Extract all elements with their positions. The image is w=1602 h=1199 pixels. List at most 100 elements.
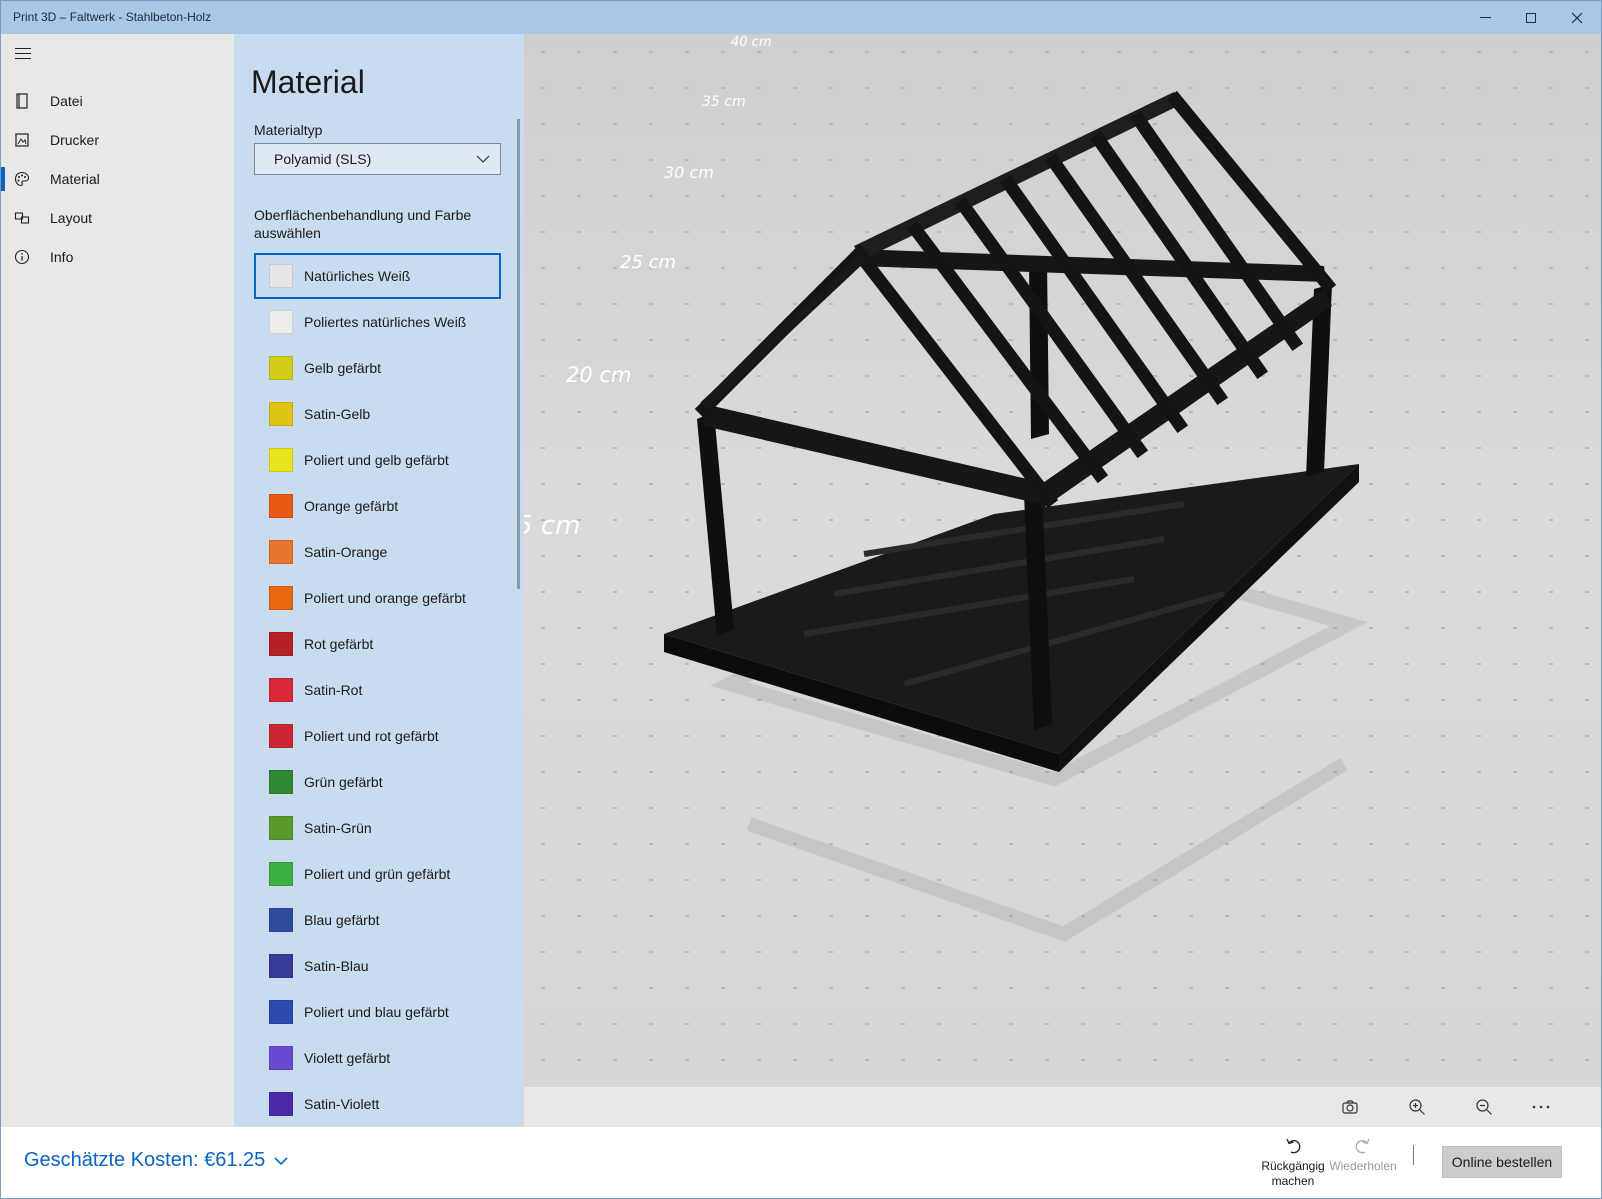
swatch-item[interactable]: Satin-Rot — [254, 667, 501, 713]
swatch-item[interactable]: Satin-Orange — [254, 529, 501, 575]
color-swatch — [269, 448, 293, 472]
color-swatch — [269, 310, 293, 334]
surface-label: Oberflächenbehandlung und Farbe auswähle… — [254, 207, 472, 241]
color-swatch — [269, 1000, 293, 1024]
undo-icon — [1286, 1138, 1301, 1154]
zoom-out-icon — [1476, 1099, 1492, 1115]
app-window: Print 3D – Faltwerk - Stahlbeton-Holz Da… — [0, 0, 1602, 1199]
order-online-button[interactable]: Online bestellen — [1442, 1146, 1562, 1178]
nav-item-label: Drucker — [50, 132, 100, 148]
title-bar: Print 3D – Faltwerk - Stahlbeton-Holz — [1, 1, 1601, 34]
zoom-in-button[interactable] — [1407, 1097, 1427, 1117]
swatch-label: Satin-Blau — [304, 958, 369, 974]
swatch-item[interactable]: Poliert und blau gefärbt — [254, 989, 501, 1035]
swatch-item[interactable]: Poliert und grün gefärbt — [254, 851, 501, 897]
swatch-item[interactable]: Blau gefärbt — [254, 897, 501, 943]
swatch-label: Satin-Rot — [304, 682, 363, 698]
ruler-label: 20 cm — [566, 363, 631, 387]
nav-item-label: Datei — [50, 93, 83, 109]
zoom-in-icon — [1409, 1099, 1425, 1115]
chevron-down-icon — [476, 155, 490, 163]
swatch-item[interactable]: Satin-Grün — [254, 805, 501, 851]
swatch-item[interactable]: Natürliches Weiß — [254, 253, 501, 299]
color-swatch — [269, 540, 293, 564]
ruler-label: 30 cm — [664, 163, 714, 182]
swatch-item[interactable]: Rot gefärbt — [254, 621, 501, 667]
swatch-label: Grün gefärbt — [304, 774, 383, 790]
nav-item-label: Material — [50, 171, 100, 187]
color-swatch — [269, 1092, 293, 1116]
camera-reset-button[interactable] — [1340, 1097, 1360, 1117]
color-swatch — [269, 494, 293, 518]
ruler-label: 5 cm — [524, 511, 580, 541]
swatch-label: Poliert und blau gefärbt — [304, 1004, 449, 1020]
swatch-label: Satin-Orange — [304, 544, 388, 560]
material-panel: Material Materialtyp Polyamid (SLS) Ober… — [234, 34, 524, 1126]
close-icon — [1571, 12, 1583, 23]
navigation-pane: Datei Drucker Material Layout Info — [1, 34, 234, 1126]
chevron-down-icon — [274, 1156, 288, 1165]
color-swatch — [269, 770, 293, 794]
minimize-button[interactable] — [1462, 1, 1508, 34]
estimated-cost-toggle[interactable]: Geschätzte Kosten: €61.25 — [24, 1149, 289, 1172]
estimated-cost: Geschätzte Kosten: €61.25 — [24, 1149, 266, 1171]
maximize-button[interactable] — [1508, 1, 1554, 34]
color-swatch — [269, 632, 293, 656]
swatch-item[interactable]: Satin-Blau — [254, 943, 501, 989]
ruler-label: 25 cm — [620, 252, 676, 273]
hamburger-menu-icon[interactable] — [15, 48, 31, 60]
swatch-item[interactable]: Gelb gefärbt — [254, 345, 501, 391]
toolbar-separator — [1413, 1145, 1414, 1165]
swatch-label: Rot gefärbt — [304, 636, 374, 652]
nav-item-datei[interactable]: Datei — [1, 81, 234, 121]
minimize-icon — [1479, 17, 1491, 18]
swatch-item[interactable]: Satin-Gelb — [254, 391, 501, 437]
close-button[interactable] — [1554, 1, 1600, 34]
footer-bar: Geschätzte Kosten: €61.25 Rückgängig mac… — [1, 1126, 1601, 1198]
swatch-item[interactable]: Poliert und orange gefärbt — [254, 575, 501, 621]
3d-model-scene: 40 cm 35 cm 30 cm 25 cm 20 cm 5 cm — [524, 34, 1601, 1087]
swatch-item[interactable]: Poliert und gelb gefärbt — [254, 437, 501, 483]
camera-icon — [1342, 1100, 1358, 1114]
swatch-item[interactable]: Orange gefärbt — [254, 483, 501, 529]
redo-button[interactable]: Wiederholen — [1328, 1137, 1398, 1174]
more-options-button[interactable] — [1531, 1097, 1551, 1117]
info-icon — [14, 249, 30, 265]
color-swatch — [269, 402, 293, 426]
ruler-label: 35 cm — [702, 94, 746, 110]
swatch-item[interactable]: Poliertes natürliches Weiß — [254, 299, 501, 345]
color-swatch — [269, 724, 293, 748]
swatch-label: Poliert und grün gefärbt — [304, 866, 451, 882]
viewport-toolbar — [524, 1087, 1601, 1126]
swatch-label: Satin-Grün — [304, 820, 372, 836]
swatch-item[interactable]: Violett gefärbt — [254, 1035, 501, 1081]
nav-item-label: Layout — [50, 210, 93, 226]
swatch-label: Blau gefärbt — [304, 912, 380, 928]
swatch-list: Natürliches Weiß Poliertes natürliches We… — [254, 253, 501, 1126]
nav-item-drucker[interactable]: Drucker — [1, 120, 234, 160]
panel-scrollbar[interactable] — [517, 119, 520, 589]
color-swatch — [269, 678, 293, 702]
color-swatch — [269, 954, 293, 978]
redo-icon — [1355, 1138, 1370, 1154]
swatch-label: Poliertes natürliches Weiß — [304, 314, 467, 330]
swatch-item[interactable]: Grün gefärbt — [254, 759, 501, 805]
palette-icon — [14, 171, 30, 187]
material-type-dropdown[interactable]: Polyamid (SLS) — [254, 143, 501, 175]
swatch-item[interactable]: Satin-Violett — [254, 1081, 501, 1126]
swatch-item[interactable]: Poliert und rot gefärbt — [254, 713, 501, 759]
window-title: Print 3D – Faltwerk - Stahlbeton-Holz — [13, 10, 212, 24]
material-type-label: Materialtyp — [254, 122, 323, 138]
swatch-label: Orange gefärbt — [304, 498, 399, 514]
swatch-label: Poliert und rot gefärbt — [304, 728, 439, 744]
nav-item-material[interactable]: Material — [1, 159, 234, 199]
nav-item-label: Info — [50, 249, 74, 265]
zoom-out-button[interactable] — [1474, 1097, 1494, 1117]
nav-item-layout[interactable]: Layout — [1, 198, 234, 238]
3d-viewport[interactable]: 40 cm 35 cm 30 cm 25 cm 20 cm 5 cm — [524, 34, 1601, 1087]
swatch-label: Poliert und gelb gefärbt — [304, 452, 449, 468]
undo-button[interactable]: Rückgängig machen — [1258, 1137, 1328, 1189]
nav-item-info[interactable]: Info — [1, 237, 234, 277]
color-swatch — [269, 816, 293, 840]
color-swatch — [269, 908, 293, 932]
